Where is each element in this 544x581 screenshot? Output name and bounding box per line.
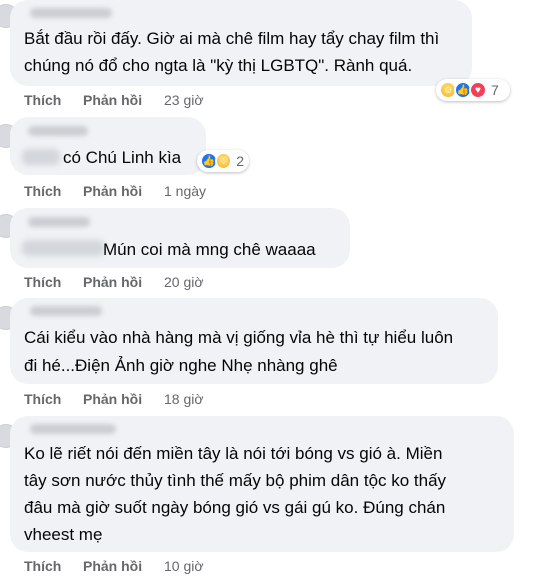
like-button[interactable]: Thích xyxy=(24,91,61,109)
care-icon: ♡ xyxy=(214,152,233,170)
reaction-count: 7 xyxy=(491,82,499,98)
blurred-author-name xyxy=(30,8,112,18)
comment-text-line: vheest mẹ xyxy=(24,525,103,544)
comment-text-line: đi hé...Điện Ảnh giờ nghe Nhẹ nhàng ghê xyxy=(24,356,338,375)
like-button[interactable]: Thích xyxy=(24,182,61,200)
reply-button[interactable]: Phản hồi xyxy=(83,390,142,408)
like-button[interactable]: Thích xyxy=(24,273,61,291)
blurred-tag xyxy=(22,240,104,256)
comment-time[interactable]: 10 giờ xyxy=(164,557,204,575)
reply-button[interactable]: Phản hồi xyxy=(83,182,142,200)
comment-text-line: có Chú Linh kìa xyxy=(63,148,182,167)
blurred-tag xyxy=(22,149,60,165)
comment-bubble: Bắt đầu rồi đấy. Giờ ai mà chê film hay … xyxy=(10,0,472,86)
blurred-author-name xyxy=(30,424,116,434)
reply-button[interactable]: Phản hồi xyxy=(83,273,142,291)
comment-text-line: Ko lẽ riết nói đến miền tây là nói tới b… xyxy=(24,444,443,463)
like-button[interactable]: Thích xyxy=(24,390,61,408)
blurred-author-name xyxy=(28,217,90,227)
like-button[interactable]: Thích xyxy=(24,557,61,575)
comment-time[interactable]: 23 giờ xyxy=(164,91,204,109)
comment-text-line: Mún coi mà mng chê waaaa xyxy=(103,240,316,259)
comment-text-line: tây sơn nước thủy tình thế mấy bộ phim d… xyxy=(24,471,447,490)
comment-text-line: đâu mà giờ suốt ngày bóng gió vs gái gú … xyxy=(24,498,446,517)
reaction-summary[interactable]: ☺ 👍 ♥ 7 xyxy=(436,79,510,101)
comment-bubble: Mún coi mà mng chê waaaa xyxy=(10,208,350,268)
comment-text-line: Bắt đầu rồi đấy. Giờ ai mà chê film hay … xyxy=(24,29,440,48)
blurred-author-name xyxy=(28,126,88,136)
comment-time[interactable]: 1 ngày xyxy=(164,182,206,200)
comment-bubble: Ko lẽ riết nói đến miền tây là nói tới b… xyxy=(10,416,514,552)
comment-time[interactable]: 18 giờ xyxy=(164,390,204,408)
comment-bubble: có Chú Linh kìa xyxy=(10,117,206,175)
comment-time[interactable]: 20 giờ xyxy=(164,273,204,291)
comment-text-line: chúng nó đổ cho ngta là "kỳ thị LGBTQ". … xyxy=(24,56,413,75)
reaction-summary[interactable]: 👍 ♡ 2 xyxy=(197,150,249,172)
blurred-author-name xyxy=(30,306,102,316)
reply-button[interactable]: Phản hồi xyxy=(83,91,142,109)
comment-text-line: Cái kiểu vào nhà hàng mà vị giống vỉa hè… xyxy=(24,328,454,347)
reply-button[interactable]: Phản hồi xyxy=(83,557,142,575)
love-icon: ♥ xyxy=(469,81,487,99)
reaction-count: 2 xyxy=(236,153,244,169)
comment-bubble: Cái kiểu vào nhà hàng mà vị giống vỉa hè… xyxy=(10,298,498,384)
